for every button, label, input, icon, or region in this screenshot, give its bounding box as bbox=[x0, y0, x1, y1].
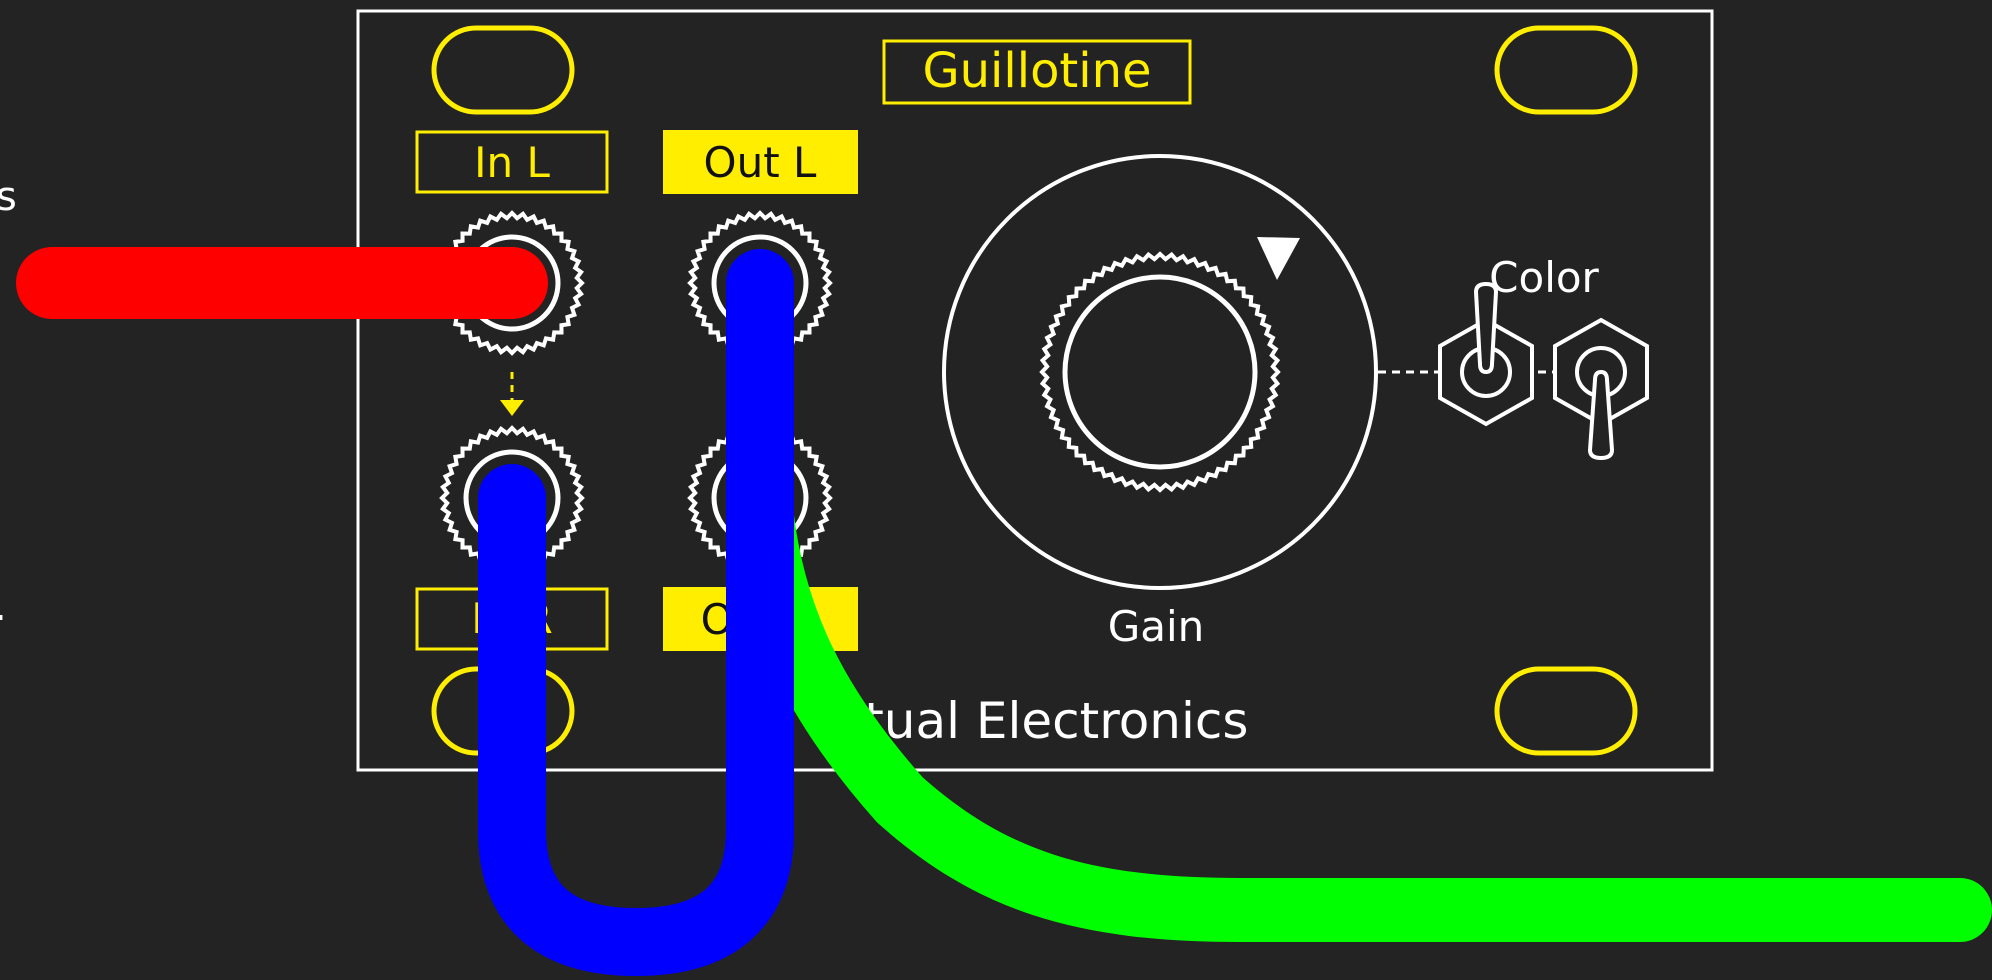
color-label: Color bbox=[1489, 253, 1599, 302]
gain-label: Gain bbox=[1108, 602, 1205, 651]
rack-canvas: s . Guillotine In L Out L In R Out R bbox=[0, 9, 1992, 976]
module-title: Guillotine bbox=[922, 43, 1151, 99]
label-out-l: Out L bbox=[704, 138, 817, 187]
label-in-l: In L bbox=[474, 138, 550, 187]
toggle-lever-icon bbox=[1473, 281, 1499, 375]
neighbor-label-fragment-top: s bbox=[0, 174, 17, 220]
module-panel bbox=[356, 9, 1714, 772]
guillotine-module: Guillotine In L Out L In R Out R Gain Co… bbox=[356, 9, 1714, 772]
neighbor-label-fragment-mid: . bbox=[0, 584, 7, 630]
toggle-lever-icon bbox=[1587, 369, 1615, 461]
